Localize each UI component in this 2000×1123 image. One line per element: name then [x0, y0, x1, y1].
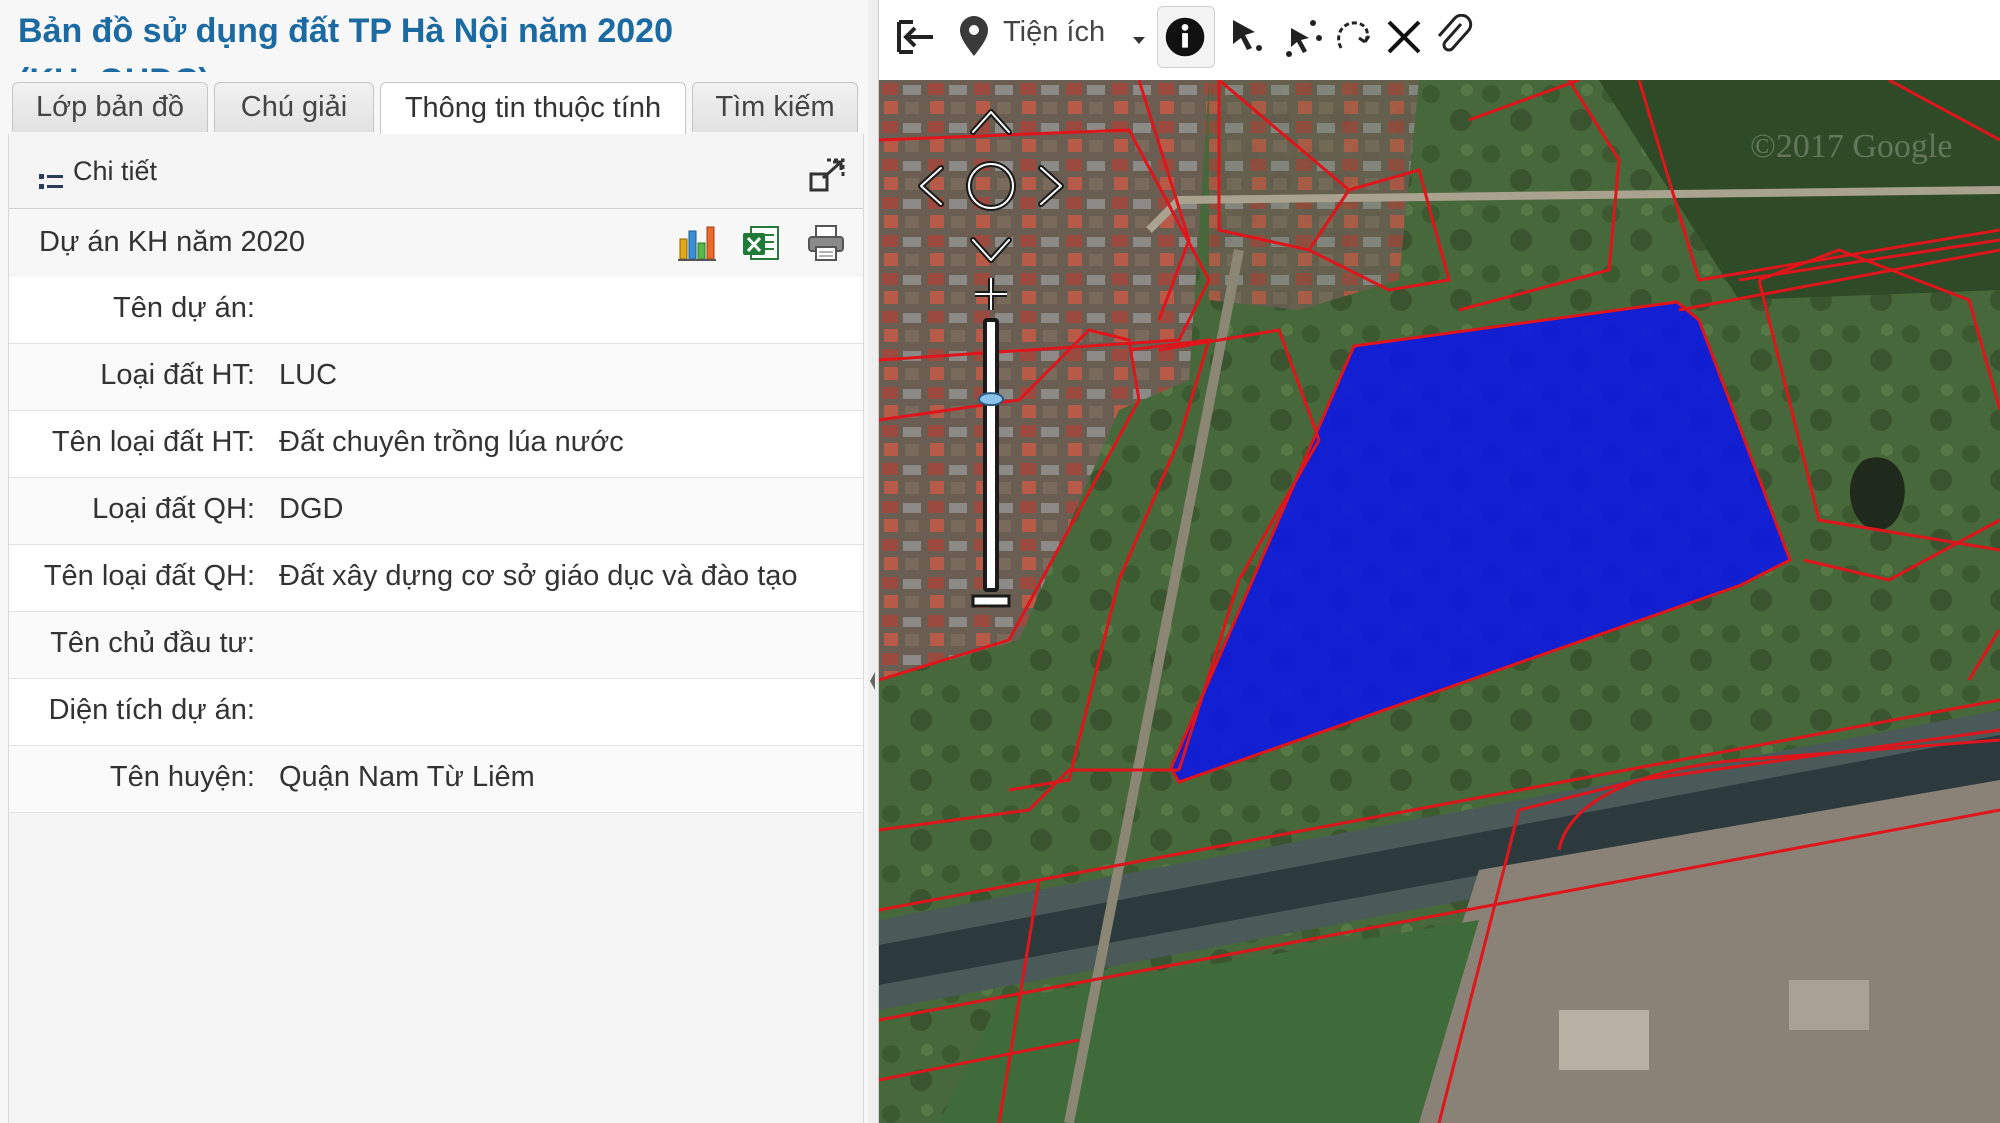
- zoom-out-icon[interactable]: [971, 594, 1011, 608]
- collapse-arrow-icon[interactable]: [869, 668, 877, 694]
- attribute-row: Tên loại đất HT: Đất chuyên trồng lúa nư…: [9, 411, 863, 478]
- attribute-label: Tên loại đất HT:: [51, 426, 255, 458]
- zoom-in-icon[interactable]: [975, 278, 1007, 310]
- print-icon[interactable]: [806, 223, 846, 263]
- tab-map-layers[interactable]: Lớp bản đồ: [12, 82, 208, 132]
- attribute-label: Tên chủ đầu tư:: [50, 627, 255, 659]
- lasso-icon[interactable]: [1331, 14, 1377, 60]
- attribute-table: Tên dự án: Loại đất HT: LUC Tên loại đất…: [9, 277, 863, 813]
- detail-header: Chi tiết: [9, 134, 863, 209]
- map-nav-control: [918, 109, 1064, 608]
- info-icon: [1165, 17, 1205, 57]
- multi-select-icon[interactable]: [1281, 14, 1327, 60]
- clear-icon[interactable]: [1381, 14, 1427, 60]
- utilities-menu[interactable]: Tiện ích: [1003, 16, 1105, 49]
- attribute-label: Diện tích dự án:: [48, 694, 255, 726]
- attribute-row: Loại đất HT: LUC: [9, 344, 863, 411]
- exit-icon[interactable]: [893, 14, 939, 60]
- sidebar-panel: Bản đồ sử dụng đất TP Hà Nội năm 2020 (K…: [0, 0, 869, 1123]
- attribute-row: Tên dự án:: [9, 277, 863, 344]
- excel-icon[interactable]: [741, 223, 781, 263]
- pan-up-icon[interactable]: [970, 109, 1012, 135]
- attribute-label: Tên huyện:: [109, 761, 255, 793]
- attribute-label: Loại đất HT:: [100, 359, 255, 391]
- attribute-row: Diện tích dự án:: [9, 679, 863, 746]
- tab-search[interactable]: Tìm kiếm: [692, 82, 858, 132]
- select-arrow-icon[interactable]: [1225, 14, 1271, 60]
- panel-splitter[interactable]: [868, 0, 879, 1123]
- attach-icon[interactable]: [1431, 14, 1477, 60]
- attribute-panel: Chi tiết Dự án KH năm 2020 Tên dự án: Lo…: [8, 134, 864, 1123]
- attribute-value: Đất chuyên trồng lúa nước: [279, 426, 624, 458]
- attribute-value: Đất xây dựng cơ sở giáo dục và đào tạo: [279, 560, 798, 592]
- expand-icon[interactable]: [809, 156, 847, 192]
- pan-left-icon[interactable]: [918, 165, 944, 207]
- detail-label: Chi tiết: [73, 156, 158, 186]
- zoom-slider[interactable]: [983, 318, 999, 592]
- chevron-down-icon[interactable]: [1131, 34, 1147, 46]
- attribute-row: Tên huyện: Quận Nam Từ Liêm: [9, 746, 863, 813]
- pan-right-icon[interactable]: [1038, 165, 1064, 207]
- project-header: Dự án KH năm 2020: [9, 209, 863, 278]
- attribute-row: Loại đất QH: DGD: [9, 478, 863, 545]
- zoom-slider-thumb[interactable]: [978, 392, 1004, 407]
- chart-icon[interactable]: [677, 223, 717, 263]
- attribute-label: Loại đất QH:: [92, 493, 255, 525]
- attribute-value: LUC: [279, 359, 338, 391]
- attribute-value: Quận Nam Từ Liêm: [279, 761, 535, 793]
- tab-legend[interactable]: Chú giải: [214, 82, 374, 132]
- info-button[interactable]: [1157, 6, 1215, 68]
- list-icon: [39, 174, 63, 189]
- pan-down-icon[interactable]: [970, 237, 1012, 263]
- tab-bar: Lớp bản đồ Chú giải Thông tin thuộc tính…: [8, 80, 862, 135]
- location-pin-icon[interactable]: [951, 14, 997, 60]
- map-toolbar: Tiện ích: [879, 0, 2000, 81]
- attribute-row: Tên loại đất QH: Đất xây dựng cơ sở giáo…: [9, 545, 863, 612]
- attribute-label: Tên dự án:: [113, 292, 255, 324]
- map-watermark: ©2017 Google: [1750, 128, 1953, 165]
- attribute-label: Tên loại đất QH:: [43, 560, 255, 592]
- attribute-value: DGD: [279, 493, 344, 525]
- attribute-row: Tên chủ đầu tư:: [9, 612, 863, 679]
- page-title: Bản đồ sử dụng đất TP Hà Nội năm 2020 (K…: [18, 12, 673, 72]
- tab-attribute-info[interactable]: Thông tin thuộc tính: [380, 82, 686, 134]
- project-title: Dự án KH năm 2020: [39, 226, 306, 258]
